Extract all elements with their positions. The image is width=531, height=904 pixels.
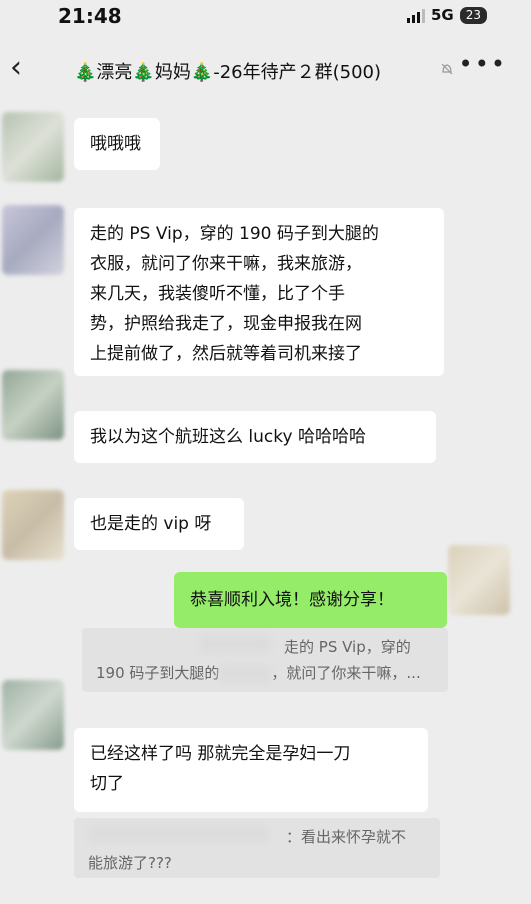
avatar[interactable] [2, 490, 64, 560]
quote-line: 能旅游了??? [88, 854, 172, 872]
message-bubble[interactable]: 我以为这个航班这么 lucky 哈哈哈哈 [74, 411, 436, 463]
message-line: 来几天，我装傻听不懂，比了个手 [90, 284, 345, 304]
quote-text: ，就问了你来干嘛，... [271, 664, 421, 682]
network-type: 5G [430, 6, 454, 24]
message-text: 我以为这个航班这么 lucky 哈哈哈哈 [90, 427, 366, 447]
message-bubble[interactable]: 已经这样了吗 那就完全是孕妇一刀 切了 [74, 728, 428, 812]
chat-header: ‹ 🎄漂亮🎄妈妈🎄-26年待产２群(500) ••• [0, 44, 531, 96]
status-time: 21:48 [58, 4, 122, 28]
bell-off-icon [440, 62, 454, 76]
message-line: 上提前做了，然后就等着司机来接了 [90, 344, 362, 364]
message-bubble[interactable]: 哦哦哦 [74, 118, 160, 170]
message-text: 也是走的 vip 呀 [90, 514, 212, 534]
my-message-bubble[interactable]: 恭喜顺利入境！感谢分享！ [174, 572, 447, 628]
message-line: 已经这样了吗 那就完全是孕妇一刀 [90, 744, 351, 764]
message-bubble[interactable]: 走的 PS Vip，穿的 190 码子到大腿的 衣服，就问了你来干嘛，我来旅游，… [74, 208, 444, 376]
avatar[interactable] [448, 545, 510, 615]
avatar[interactable] [2, 370, 64, 440]
battery-icon: 23 [459, 6, 487, 24]
message-line: 走的 PS Vip，穿的 190 码子到大腿的 [90, 224, 379, 244]
avatar[interactable] [2, 205, 64, 275]
redacted-name [200, 636, 270, 652]
chevron-left-icon[interactable]: ‹ [10, 50, 22, 85]
signal-icon [406, 7, 425, 23]
quoted-message[interactable]: 走的 PS Vip，穿的 190 码子到大腿的 ，就问了你来干嘛，... [82, 628, 448, 692]
quote-line: 190 码子到大腿的 ，就问了你来干嘛，... [96, 660, 434, 686]
quoted-message[interactable]: ：看出来怀孕就不 能旅游了??? [74, 818, 440, 878]
message-text: 恭喜顺利入境！感谢分享！ [190, 590, 394, 610]
status-bar: 21:48 5G 23 [0, 0, 531, 34]
message-line: 切了 [90, 774, 124, 794]
redacted-text [219, 665, 272, 682]
avatar[interactable] [2, 680, 64, 750]
message-line: 衣服，就问了你来干嘛，我来旅游， [90, 254, 362, 274]
message-line: 势，护照给我走了，现金申报我在网 [90, 314, 362, 334]
message-text: 哦哦哦 [90, 134, 141, 154]
chat-title: 🎄漂亮🎄妈妈🎄-26年待产２群(500) [74, 62, 382, 83]
message-bubble[interactable]: 也是走的 vip 呀 [74, 498, 244, 550]
redacted-name [88, 826, 268, 842]
avatar[interactable] [2, 112, 64, 182]
status-right: 5G 23 [406, 6, 487, 24]
quote-text: 190 码子到大腿的 [96, 664, 220, 682]
more-dots-icon[interactable]: ••• [459, 50, 507, 78]
